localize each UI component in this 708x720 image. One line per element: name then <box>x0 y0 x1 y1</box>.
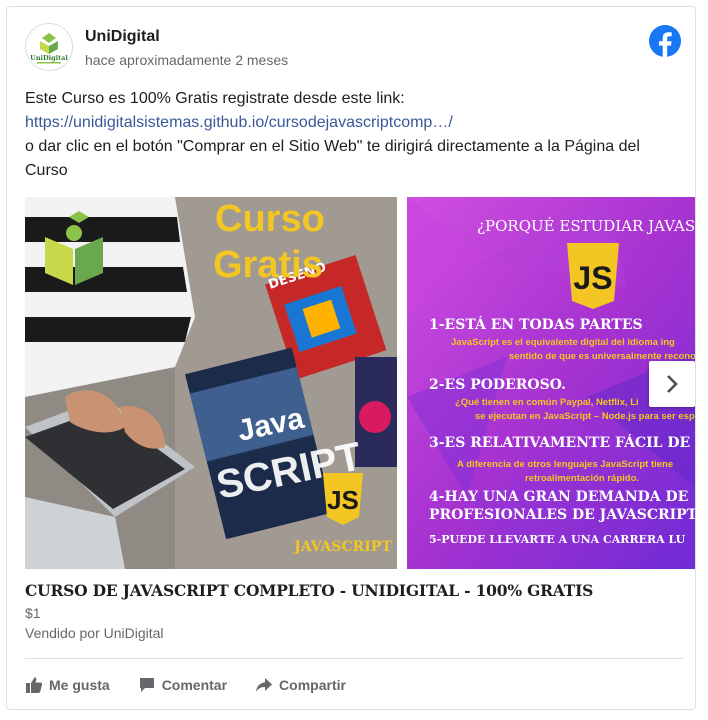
message-line-1: Este Curso es 100% Gratis registrate des… <box>25 90 405 107</box>
slide2-point-3-heading: 3-ES RELATIVAMENTE FÁCIL DE D <box>429 433 696 451</box>
product-title[interactable]: CURSO DE JAVASCRIPT COMPLETO - UNIDIGITA… <box>25 581 593 600</box>
slide2-point-2-heading: 2-ES PODEROSO. <box>429 377 566 393</box>
post-actions: Me gusta Comentar Compartir <box>25 673 374 697</box>
post-card: UniDigital UniDigital hace aproximadamen… <box>6 6 696 710</box>
like-label: Me gusta <box>49 677 110 693</box>
comment-label: Comentar <box>161 677 228 693</box>
slide1-caption: JAVASCRIPT <box>292 539 392 555</box>
post-message: Este Curso es 100% Gratis registrate des… <box>25 87 685 183</box>
slide1-title-line1: Curso <box>215 198 325 240</box>
message-line-2: o dar clic en el botón "Comprar en el Si… <box>25 138 640 179</box>
actions-divider <box>25 658 683 659</box>
comment-button[interactable]: Comentar <box>138 673 227 697</box>
page-avatar[interactable]: UniDigital <box>25 23 73 71</box>
product-price: $1 <box>25 605 41 621</box>
avatar-logo-text: UniDigital <box>30 54 68 62</box>
slide2-point-1-heading: 1-ESTÁ EN TODAS PARTES <box>429 315 643 333</box>
slide2-title: ¿PORQUÉ ESTUDIAR JAVASCRIPT <box>477 217 696 235</box>
carousel-slide-1[interactable]: DESEÑO Curso Gratis Java SCRIPT JS JAVAS… <box>25 197 397 569</box>
like-button[interactable]: Me gusta <box>25 673 110 697</box>
slide2-point-1-body-1: JavaScript es el equivalente digital del… <box>451 337 675 348</box>
facebook-logo-icon[interactable] <box>649 25 681 57</box>
share-button[interactable]: Compartir <box>255 673 346 697</box>
slide-1-image: DESEÑO Curso Gratis Java SCRIPT JS JAVAS… <box>25 197 397 569</box>
product-carousel: DESEÑO Curso Gratis Java SCRIPT JS JAVAS… <box>25 197 696 569</box>
course-link[interactable]: https://unidigitalsistemas.github.io/cur… <box>25 111 685 135</box>
chevron-right-icon <box>667 375 678 393</box>
slide2-point-3-body-1: A diferencia de otros lenguajes JavaScri… <box>457 459 673 470</box>
carousel-next-button[interactable] <box>649 361 695 407</box>
unidigital-logo: UniDigital <box>26 24 72 70</box>
product-seller: Vendido por UniDigital <box>25 625 164 641</box>
share-label: Compartir <box>279 677 346 693</box>
thumbs-up-icon <box>26 677 43 693</box>
share-icon <box>256 678 273 692</box>
slide2-point-2-body-2: se ejecutan en JavaScript – Node.js para… <box>475 411 695 422</box>
comment-icon <box>139 678 154 692</box>
slide2-point-6-heading: 5-PUEDE LLEVARTE A UNA CARRERA LU <box>429 533 686 546</box>
slide2-point-3-body-2: retroalimentación rápido. <box>525 473 639 484</box>
slide1-title-line2: Gratis <box>213 244 323 286</box>
slide2-point-4-heading: 4-HAY UNA GRAN DEMANDA DE <box>429 489 688 505</box>
slide2-js-logo: JS <box>573 260 612 296</box>
page-name[interactable]: UniDigital <box>85 28 160 46</box>
slide1-js-logo: JS <box>327 485 359 515</box>
slide2-point-5-heading: PROFESIONALES DE JAVASCRIPT. <box>429 507 696 523</box>
post-header: UniDigital UniDigital hace aproximadamen… <box>25 23 683 75</box>
post-timestamp[interactable]: hace aproximadamente 2 meses <box>85 52 288 68</box>
slide2-point-2-body-1: ¿Qué tienen en común Paypal, Netflix, Li <box>455 397 639 408</box>
